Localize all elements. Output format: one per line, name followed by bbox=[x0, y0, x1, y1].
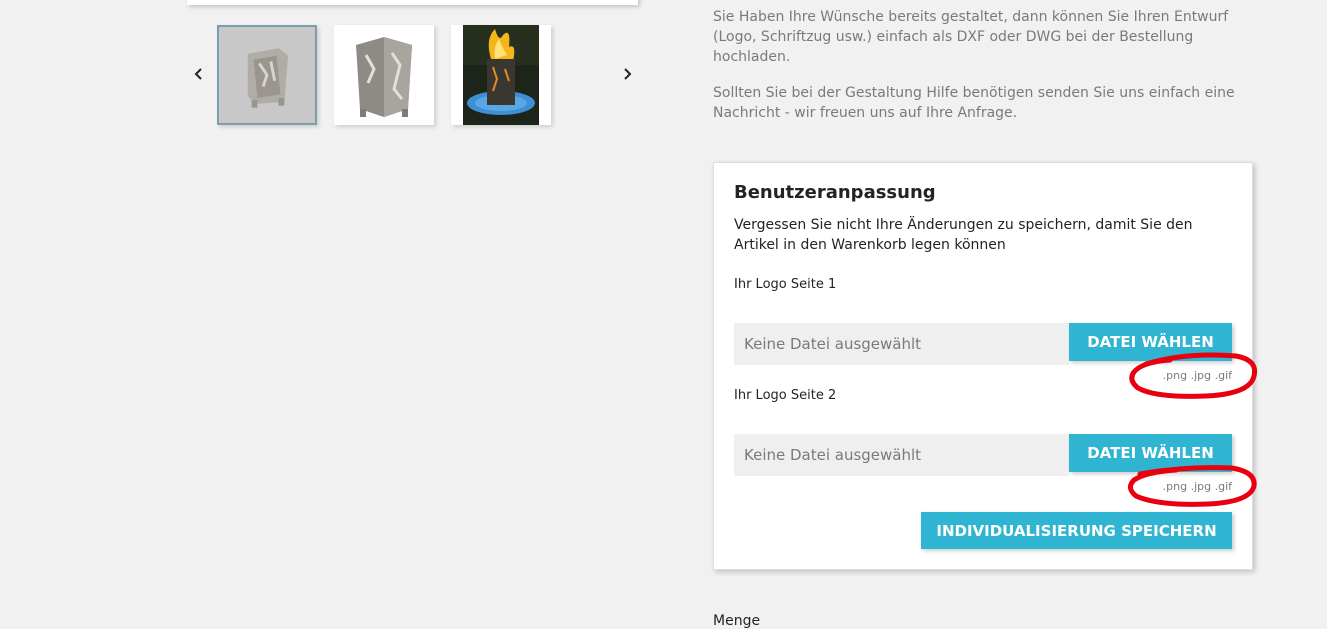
logo-side-1-choose-file-button[interactable]: DATEI WÄHLEN bbox=[1069, 323, 1232, 361]
thumbnail-fire-basket-front[interactable] bbox=[217, 25, 317, 125]
logo-side-1-format-hint: .png .jpg .gif bbox=[1162, 369, 1232, 382]
logo-side-2-format-hint: .png .jpg .gif bbox=[1162, 480, 1232, 493]
main-product-image bbox=[187, 0, 638, 5]
fire-basket-angle-image bbox=[334, 25, 434, 125]
thumbnail-fire-basket-burning[interactable] bbox=[451, 25, 551, 125]
quantity-label: Menge bbox=[713, 613, 761, 629]
logo-side-2-file-input[interactable]: Keine Datei ausgewählt bbox=[734, 434, 1069, 476]
logo-side-1-label: Ihr Logo Seite 1 bbox=[734, 277, 837, 292]
chevron-left-icon bbox=[194, 68, 202, 80]
logo-side-1-file-input[interactable]: Keine Datei ausgewählt bbox=[734, 323, 1069, 365]
fire-basket-front-image bbox=[219, 27, 315, 123]
customization-title: Benutzeranpassung bbox=[734, 182, 936, 203]
description-paragraph-1: Sie Haben Ihre Wünsche bereits gestaltet… bbox=[713, 9, 1229, 65]
description-paragraph-2: Sollten Sie bei der Gestaltung Hilfe ben… bbox=[713, 85, 1235, 121]
customization-panel: Benutzeranpassung Vergessen Sie nicht Ih… bbox=[713, 162, 1253, 570]
logo-side-2-choose-file-button[interactable]: DATEI WÄHLEN bbox=[1069, 434, 1232, 472]
thumbnail-fire-basket-angle[interactable] bbox=[334, 25, 434, 125]
gallery-prev-button[interactable] bbox=[189, 62, 209, 86]
save-customization-button[interactable]: INDIVIDUALISIERUNG SPEICHERN bbox=[921, 512, 1232, 549]
fire-basket-burning-image bbox=[463, 25, 539, 125]
gallery-next-button[interactable] bbox=[617, 62, 637, 86]
chevron-right-icon bbox=[624, 68, 632, 80]
customization-note: Vergessen Sie nicht Ihre Änderungen zu s… bbox=[734, 217, 1193, 253]
logo-side-2-label: Ihr Logo Seite 2 bbox=[734, 388, 837, 403]
